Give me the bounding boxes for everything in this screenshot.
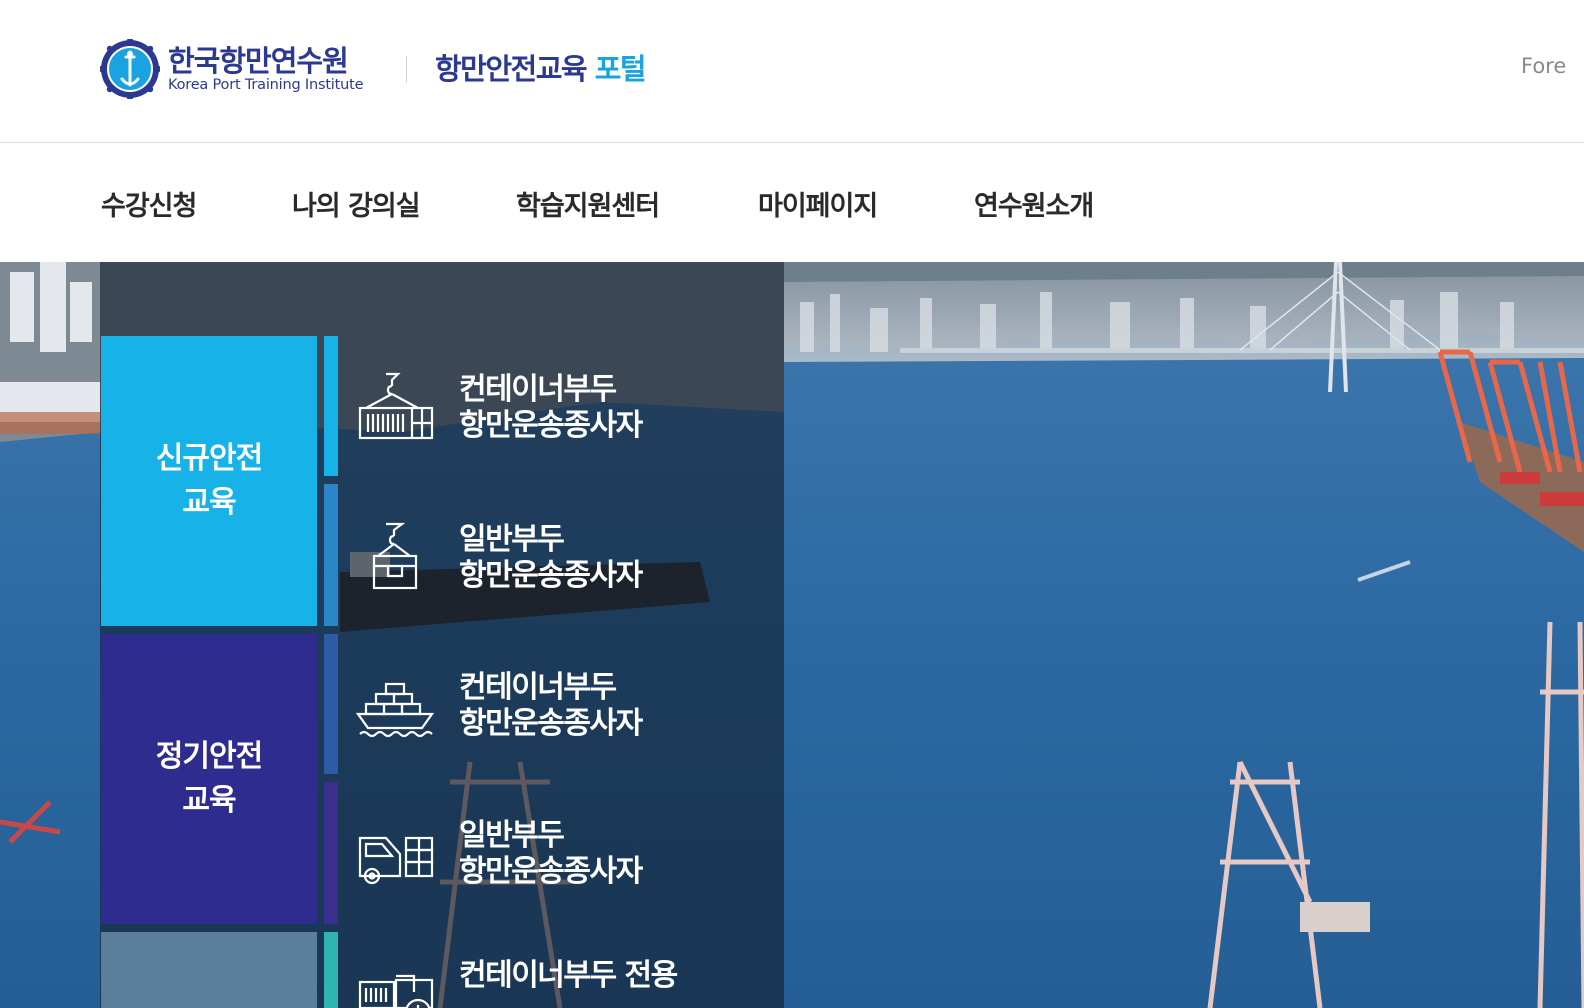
course-label-line1: 일반부두 bbox=[459, 818, 565, 853]
kpti-emblem-icon bbox=[100, 39, 160, 99]
category-label-line1: 정기안전 bbox=[155, 739, 263, 774]
category-new-safety-education[interactable]: 신규안전 교육 bbox=[101, 336, 317, 626]
nav-item-about-institute[interactable]: 연수원소개 bbox=[974, 184, 1094, 223]
nav-item-my-classroom[interactable]: 나의 강의실 bbox=[292, 184, 421, 223]
nav-item-course-registration[interactable]: 수강신청 bbox=[101, 184, 197, 223]
main-navigation: 수강신청 나의 강의실 학습지원센터 마이페이지 연수원소개 bbox=[0, 144, 1584, 262]
course-label-line2: 항만운송종사자 bbox=[459, 706, 643, 741]
logo-divider bbox=[406, 56, 407, 82]
logo-text: 한국항만연수원 Korea Port Training Institute bbox=[168, 44, 364, 93]
course-label-line1: 일반부두 bbox=[459, 522, 565, 557]
course-accent-bar bbox=[324, 932, 338, 1008]
portal-title[interactable]: 항만안전교육 포털 bbox=[435, 46, 647, 88]
portal-title-main: 항만안전교육 bbox=[435, 52, 588, 86]
course-item-container-terminal-dedicated[interactable]: 컨테이너부두 전용 bbox=[356, 938, 776, 1008]
course-label: 컨테이너부두 항만운송종사자 bbox=[459, 670, 643, 742]
category-tile-third[interactable] bbox=[101, 932, 317, 1008]
category-label-line1: 신규안전 bbox=[155, 441, 263, 476]
course-accent-bar bbox=[324, 634, 338, 774]
nav-item-learning-support[interactable]: 학습지원센터 bbox=[516, 184, 660, 223]
course-accent-bar bbox=[324, 336, 338, 476]
course-label: 컨테이너부두 항만운송종사자 bbox=[459, 372, 643, 444]
course-label-line1: 컨테이너부두 bbox=[459, 670, 617, 705]
kpti-logo[interactable]: 한국항만연수원 Korea Port Training Institute bbox=[100, 38, 364, 100]
course-item-general-terminal-regular[interactable]: 일반부두 항만운송종사자 bbox=[356, 798, 776, 908]
portal-title-accent: 포털 bbox=[594, 52, 647, 86]
course-label: 일반부두 항만운송종사자 bbox=[459, 522, 643, 594]
course-label: 일반부두 항만운송종사자 bbox=[459, 818, 643, 890]
course-accent-bar bbox=[324, 484, 338, 626]
course-accent-bar bbox=[324, 782, 338, 924]
course-item-container-terminal-new[interactable]: 컨테이너부두 항만운송종사자 bbox=[356, 352, 776, 462]
course-label: 컨테이너부두 전용 bbox=[459, 958, 678, 994]
logo-english-name: Korea Port Training Institute bbox=[168, 77, 364, 93]
category-label-line2: 교육 bbox=[182, 783, 236, 818]
container-ship-icon bbox=[356, 682, 435, 738]
foreign-language-link[interactable]: Fore bbox=[1521, 54, 1566, 78]
truck-icon bbox=[358, 836, 434, 885]
container-crane-icon bbox=[358, 372, 434, 440]
course-label-line2: 항만운송종사자 bbox=[459, 854, 643, 889]
course-item-general-terminal-new[interactable]: 일반부두 항만운송종사자 bbox=[356, 502, 776, 612]
logo-korean-name: 한국항만연수원 bbox=[168, 44, 349, 78]
course-label-line1: 컨테이너부두 전용 bbox=[459, 958, 678, 993]
cargo-box-crane-icon bbox=[372, 522, 418, 590]
course-label-line1: 컨테이너부두 bbox=[459, 372, 617, 407]
course-label-line2: 항만운송종사자 bbox=[459, 408, 643, 443]
container-clock-icon bbox=[358, 974, 434, 1008]
course-item-container-terminal-regular[interactable]: 컨테이너부두 항만운송종사자 bbox=[356, 650, 776, 760]
category-label-line2: 교육 bbox=[182, 485, 236, 520]
site-header: 한국항만연수원 Korea Port Training Institute 항만… bbox=[0, 0, 1584, 143]
hero-section: 신규안전 교육 정기안전 교육 컨테이너부두 항만운송종사자 일반부두 항만운송… bbox=[0, 262, 1584, 1008]
category-regular-safety-education[interactable]: 정기안전 교육 bbox=[101, 634, 317, 924]
nav-item-my-page[interactable]: 마이페이지 bbox=[758, 184, 878, 223]
course-label-line2: 항만운송종사자 bbox=[459, 558, 643, 593]
